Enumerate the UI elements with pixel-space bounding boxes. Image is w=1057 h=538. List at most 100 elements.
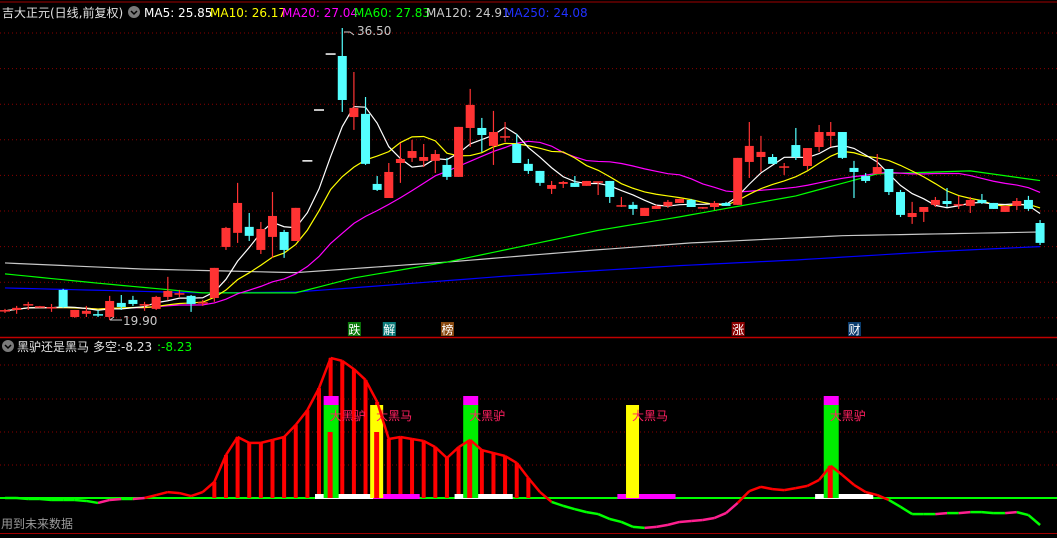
- candle: [768, 154, 778, 164]
- candle-body: [884, 168, 894, 193]
- candle: [151, 295, 161, 310]
- candle-body: [768, 157, 778, 164]
- candle-body: [663, 201, 673, 206]
- indicator-line-segment: [760, 485, 773, 491]
- candle: [233, 182, 243, 243]
- candle: [93, 309, 104, 317]
- indicator-line-segment: [597, 512, 611, 521]
- indicator-bar: [363, 379, 368, 498]
- candle: [209, 267, 219, 302]
- candle: [523, 158, 533, 174]
- candle: [488, 110, 498, 165]
- indicator-bar: [421, 440, 426, 498]
- indicator-bar: [479, 450, 484, 498]
- signal-cap: [323, 396, 339, 405]
- candle-body: [919, 206, 929, 212]
- indicator-line-segment: [132, 496, 145, 501]
- stock-chart[interactable]: 跌 解 榜 涨 财 吉大正元(日线,前复权) MA5: 25.85 MA10: 26.1…: [0, 0, 1057, 538]
- future-data-note: 用到未来数据: [1, 516, 73, 531]
- candle: [628, 201, 638, 215]
- candle-body: [279, 231, 289, 250]
- candle: [186, 294, 196, 312]
- candle-body: [430, 154, 440, 161]
- candle: [465, 88, 475, 147]
- candle-body: [116, 302, 126, 307]
- candle-body: [419, 157, 429, 161]
- marker-label: 解: [383, 323, 395, 337]
- candle: [535, 170, 545, 186]
- candle-body: [349, 107, 359, 118]
- indicator-line-segment: [39, 497, 52, 502]
- low-price-annotation: 19.90: [109, 314, 157, 328]
- candle: [1023, 195, 1033, 211]
- candle: [756, 135, 766, 172]
- candle-body: [977, 199, 987, 203]
- high-price-annotation: 36.50: [344, 24, 391, 38]
- candle: [384, 162, 394, 199]
- indicator-line-segment: [190, 490, 204, 498]
- low-price-label: 19.90: [123, 314, 157, 328]
- indicator-line-segment: [725, 501, 739, 515]
- ma10-line: [4, 135, 1041, 312]
- indicator-bar: [398, 436, 403, 498]
- candle: [826, 121, 836, 147]
- candle-body: [337, 55, 347, 100]
- indicator-bar: [491, 453, 496, 498]
- candle: [733, 157, 743, 205]
- indicator-bar: [235, 436, 240, 498]
- candle-body: [372, 183, 382, 190]
- candle-body: [756, 151, 766, 158]
- candle: [58, 288, 68, 308]
- indicator-bar: [410, 438, 415, 498]
- event-markers: 跌解榜涨财: [347, 322, 861, 337]
- ma20-line: [4, 140, 1041, 312]
- indicator-line-segment: [1016, 510, 1029, 517]
- candle: [407, 139, 417, 162]
- indicator-line-segment: [691, 518, 703, 523]
- candle-body: [907, 212, 917, 218]
- indicator-line-segment: [899, 505, 913, 516]
- candle-body: [384, 171, 394, 199]
- candle-body: [709, 202, 719, 207]
- candle: [977, 193, 987, 204]
- indicator-bar: [247, 442, 252, 498]
- candle-body: [1023, 199, 1033, 209]
- candle: [558, 180, 568, 188]
- indicator-line-segment: [586, 510, 599, 516]
- indicator-dropdown-icon[interactable]: [2, 340, 14, 352]
- indicator-line-segment: [841, 474, 855, 486]
- signal-cap: [823, 396, 839, 405]
- candle-body: [1012, 201, 1022, 206]
- ma10-label: MA10: 26.17: [210, 6, 286, 20]
- candle-body: [744, 145, 754, 162]
- candle-body: [488, 132, 498, 146]
- indicator-line-segment: [109, 497, 122, 502]
- indicator-line-segment: [632, 525, 645, 530]
- candle: [837, 132, 847, 159]
- candle: [267, 192, 277, 258]
- candle-body: [209, 267, 219, 298]
- candle: [547, 180, 557, 194]
- stock-title: 吉大正元(日线,前复权): [2, 5, 123, 20]
- ma5-line: [4, 105, 1041, 312]
- candle: [663, 199, 673, 208]
- candle-body: [256, 228, 266, 250]
- indicator-bar: [444, 457, 449, 498]
- candle: [221, 226, 231, 250]
- indicator-line-segment: [167, 490, 180, 495]
- indicator-label: 多空:-8.23: [93, 340, 152, 354]
- candle-body: [395, 158, 405, 163]
- candle: [896, 189, 906, 218]
- indicator-line-segment: [609, 517, 622, 524]
- settings-dropdown-icon[interactable]: [128, 6, 140, 18]
- indicator-bar: [827, 465, 833, 498]
- candle-body: [849, 167, 859, 172]
- signal-label: 大黑驴: [330, 408, 366, 423]
- candle-body: [81, 310, 91, 314]
- candle: [744, 121, 754, 178]
- candle: [675, 198, 685, 203]
- indicator-line-segment: [16, 496, 29, 501]
- candle-body: [361, 113, 371, 164]
- marker-label: 涨: [732, 322, 744, 337]
- candle: [779, 162, 790, 175]
